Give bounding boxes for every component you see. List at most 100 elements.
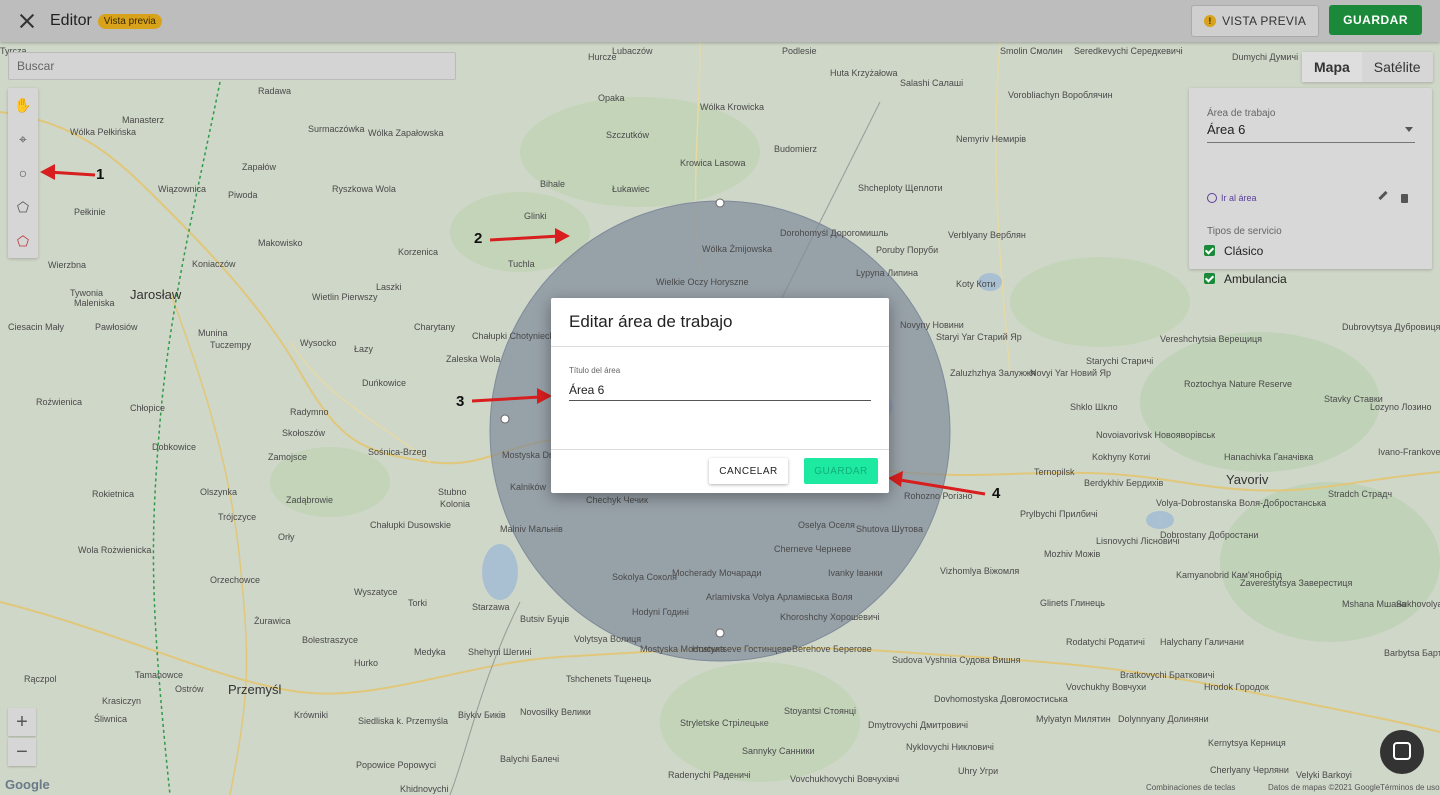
map-place-label: Radenychi Раденичі xyxy=(668,770,751,780)
map-place-label: Halychany Галичани xyxy=(1160,637,1244,647)
chat-launcher-button[interactable] xyxy=(1380,730,1424,774)
map-place-label: Orzechowce xyxy=(210,575,261,585)
map-place-label: Vizhomlya Віжомля xyxy=(940,566,1020,576)
map-data-attribution: Datos de mapas ©2021 Google xyxy=(1268,783,1381,792)
work-area-value: Área 6 xyxy=(1207,122,1246,137)
map-place-label: Mylyatyn Милятин xyxy=(1036,714,1111,724)
map-place-label: Staryi Yar Старий Яр xyxy=(936,332,1022,342)
map-place-label: Skołoszów xyxy=(282,428,326,438)
map-place-label: Hurcze xyxy=(588,52,617,62)
map-place-label: Balychi Балечі xyxy=(500,754,560,764)
map-place-label: Uhry Угри xyxy=(958,766,999,776)
map-place-label: Biykiv Биків xyxy=(458,710,506,720)
map-type-satellite[interactable]: Satélite xyxy=(1362,52,1433,82)
go-to-area-link[interactable]: Ir al área xyxy=(1207,193,1257,203)
map-place-label: Wysocko xyxy=(300,338,337,348)
map-place-label: Koniaczów xyxy=(192,259,236,269)
map-place-label: Starzawa xyxy=(472,602,510,612)
marker-icon[interactable]: ⌖ xyxy=(8,122,38,156)
map-place-label: Bihale xyxy=(540,179,566,189)
map-place-label: Vovchukhovychi Вовчухiвчі xyxy=(790,774,900,784)
polygon-tool-icon[interactable]: ⬠ xyxy=(8,190,38,224)
map-place-label: Shutova Шутова xyxy=(856,524,923,534)
work-area-panel: Área de trabajo Área 6 Ir al área Tipos … xyxy=(1189,88,1432,286)
checkbox-clasico[interactable] xyxy=(1204,245,1215,256)
map-place-label: Shehyni Шегині xyxy=(468,647,532,657)
map-place-label: Wiązownica xyxy=(158,184,207,194)
map-place-label: Zaleska Wola xyxy=(446,354,501,364)
area-title-input[interactable] xyxy=(569,380,871,401)
map-place-label: Novosilky Велики xyxy=(520,707,591,717)
map-place-label: Ryszkowa Wola xyxy=(332,184,396,194)
map-place-label: Krówniki xyxy=(294,710,329,720)
polygon-edit-icon[interactable]: ⬠ xyxy=(8,224,38,258)
map-place-label: Berehove Берегове xyxy=(792,644,872,654)
map-place-label: Makowisko xyxy=(258,238,303,248)
map-place-label: Stryletske Стрілецьке xyxy=(680,718,769,728)
drawing-toolbar: ✋ ⌖ ○ ⬠ ⬠ xyxy=(8,88,38,258)
map-place-label: Ivano-Frankove Івано-Франкове xyxy=(1378,447,1440,457)
map-place-label: Wólka Żmijowska xyxy=(702,244,773,254)
map-place-label: Stoyantsi Стоянці xyxy=(784,706,857,716)
service-types-label: Tipos de servicio xyxy=(1207,226,1282,237)
map-place-label: Chechyk Чечик xyxy=(586,495,648,505)
map-place-label: Kotу Коти xyxy=(956,279,996,289)
checkbox-ambulancia[interactable] xyxy=(1204,273,1215,284)
cancel-button[interactable]: CANCELAR xyxy=(709,458,788,484)
map-place-label: Charytany xyxy=(414,322,456,332)
map-place-label: Opaka xyxy=(598,93,625,103)
zoom-in-button[interactable]: + xyxy=(8,708,36,736)
map-place-label: Przemyśl xyxy=(228,682,282,697)
map-place-label: Arlamivska Volya Арламівська Воля xyxy=(706,592,853,602)
map-place-label: Roźwienica xyxy=(36,397,83,407)
map-search-input[interactable]: Buscar xyxy=(8,52,456,80)
edit-icon[interactable] xyxy=(1378,190,1388,201)
dialog-title: Editar área de trabajo xyxy=(569,312,733,331)
terms-link[interactable]: Términos de uso xyxy=(1380,783,1440,792)
map-place-label: Vorobliachyn Вороблячин xyxy=(1008,90,1113,100)
delete-icon[interactable] xyxy=(1401,194,1408,203)
map-place-label: Khidnovychi xyxy=(400,784,449,794)
map-place-label: Velykі Ваrkоуі xyxy=(1296,770,1352,780)
dialog-save-button[interactable]: GUARDAR xyxy=(804,458,878,484)
hand-pan-icon[interactable]: ✋ xyxy=(8,88,38,122)
map-place-label: Zaverestytsya Заверестиця xyxy=(1240,578,1353,588)
zoom-out-button[interactable]: − xyxy=(8,738,36,766)
map-place-label: Hodyni Годині xyxy=(632,607,689,617)
map-place-label: Berdykhiv Бердихів xyxy=(1084,478,1164,488)
google-logo: Google xyxy=(5,777,50,792)
map-place-label: Zaluzhzhya Залужжя xyxy=(950,368,1036,378)
map-place-label: Żurawica xyxy=(254,616,291,626)
map-place-label: Chernevе Черневе xyxy=(774,544,852,554)
map-place-label: Barbytsa Бартатів xyxy=(1384,648,1440,658)
map-place-label: Volytsya Волиця xyxy=(574,634,642,644)
map-place-label: Dorohomyśl Дорогомишль xyxy=(780,228,889,238)
work-area-select[interactable]: Área 6 xyxy=(1207,122,1415,143)
map-place-label: Ostrów xyxy=(175,684,204,694)
map-place-label: Trójczyce xyxy=(218,512,257,522)
preview-button-label: VISTA PREVIA xyxy=(1222,14,1307,28)
map-place-label: Sukhovolya Суховоля xyxy=(1396,599,1440,609)
circle-tool-icon[interactable]: ○ xyxy=(8,156,38,190)
keyboard-shortcuts-link[interactable]: Combinaciones de teclas xyxy=(1146,783,1235,792)
map-place-label: Nyklovychi Никловичі xyxy=(906,742,994,752)
map-place-label: Wólka Krowicka xyxy=(700,102,765,112)
map-place-label: Dmytrovychі Дмитровичі xyxy=(868,720,968,730)
map-place-label: Jarosław xyxy=(130,287,182,302)
edit-area-dialog: Editar área de trabajo Título del área C… xyxy=(551,298,889,493)
map-place-label: Dobrostany Добростани xyxy=(1160,530,1259,540)
map-type-map[interactable]: Mapa xyxy=(1302,52,1362,82)
map-place-label: Glinki xyxy=(524,211,547,221)
map-place-label: Yavoriv xyxy=(1226,472,1269,487)
map-place-label: Seredkevychi Середкевичі xyxy=(1074,46,1183,56)
map-place-label: Lubaczów xyxy=(612,46,653,56)
map-place-label: Rohozno Рогізно xyxy=(904,491,973,501)
close-icon[interactable] xyxy=(18,12,36,30)
save-button[interactable]: GUARDAR xyxy=(1329,5,1422,35)
map-place-label: Salashi Салаші xyxy=(900,78,964,88)
map-place-label: Bolestraszyce xyxy=(302,635,359,645)
preview-button[interactable]: ! VISTA PREVIA xyxy=(1191,5,1320,37)
map-place-label: Piwoda xyxy=(228,190,258,200)
divider xyxy=(551,346,889,347)
map-place-label: Olszynka xyxy=(200,487,238,497)
